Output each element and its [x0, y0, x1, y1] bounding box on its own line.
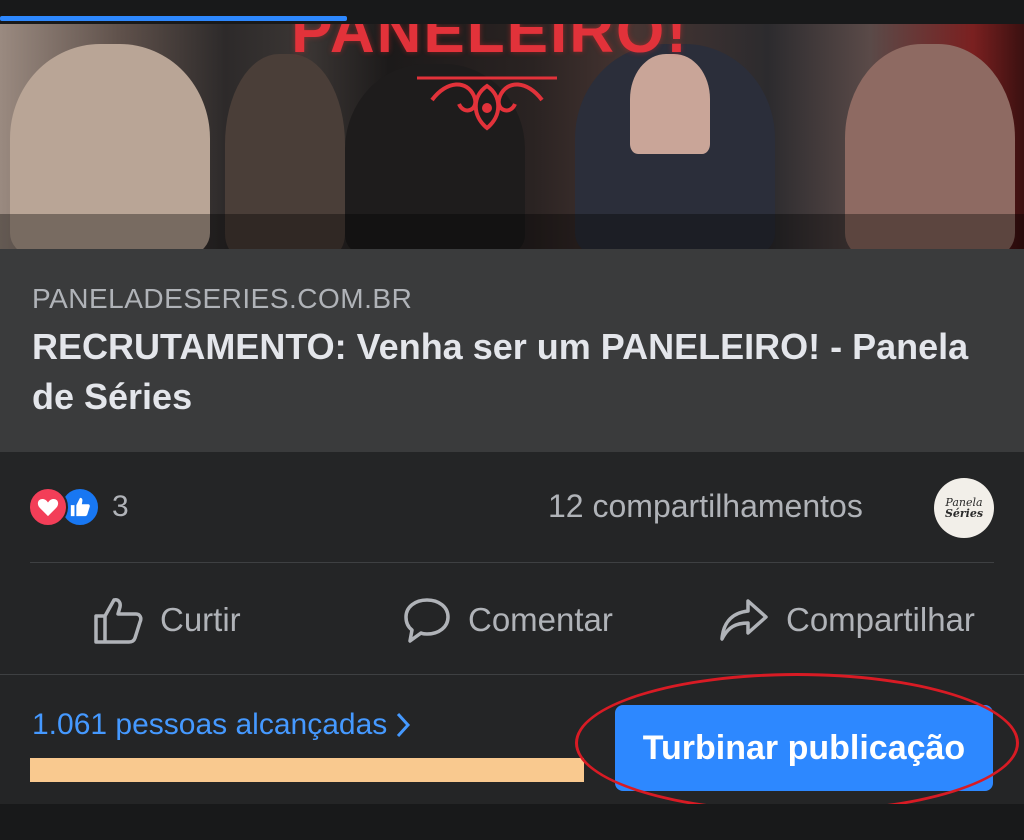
- ornament-icon: [417, 76, 557, 131]
- avatar-text-line2: Séries: [944, 507, 984, 520]
- reach-label: 1.061 pessoas alcançadas: [32, 708, 388, 741]
- comment-icon: [404, 598, 450, 643]
- link-domain: PANELADESERIES.COM.BR: [32, 283, 413, 314]
- like-label: Curtir: [160, 601, 241, 638]
- hero-bottom-strip: [0, 214, 1024, 249]
- thumbs-up-icon: [94, 598, 143, 644]
- link-preview-image[interactable]: PANELEIRO!: [0, 24, 1024, 249]
- share-arrow-icon: [720, 599, 768, 641]
- reach-link[interactable]: 1.061 pessoas alcançadas: [32, 708, 411, 742]
- share-button[interactable]: Compartilhar: [718, 592, 975, 648]
- hero-face: [630, 54, 710, 154]
- hero-banner-text: PANELEIRO!: [291, 24, 689, 66]
- divider: [30, 562, 994, 563]
- page-avatar[interactable]: Panela Séries: [934, 478, 994, 538]
- reactions-summary[interactable]: 3: [28, 486, 129, 528]
- reaction-count: 3: [112, 490, 129, 523]
- love-icon: [28, 487, 68, 527]
- highlight-circle: [575, 673, 1019, 813]
- loading-progress-bar: [0, 16, 347, 21]
- divider: [0, 674, 1024, 675]
- comment-label: Comentar: [468, 601, 613, 638]
- shares-count[interactable]: 12 compartilhamentos: [548, 488, 863, 525]
- comment-button[interactable]: Comentar: [402, 592, 613, 648]
- bottom-separator: [0, 804, 1024, 840]
- reach-progress-bar: [30, 758, 584, 782]
- like-button[interactable]: Curtir: [92, 592, 241, 648]
- link-title[interactable]: RECRUTAMENTO: Venha ser um PANELEIRO! - …: [32, 322, 992, 422]
- share-label: Compartilhar: [786, 601, 975, 638]
- chevron-right-icon: [397, 712, 411, 738]
